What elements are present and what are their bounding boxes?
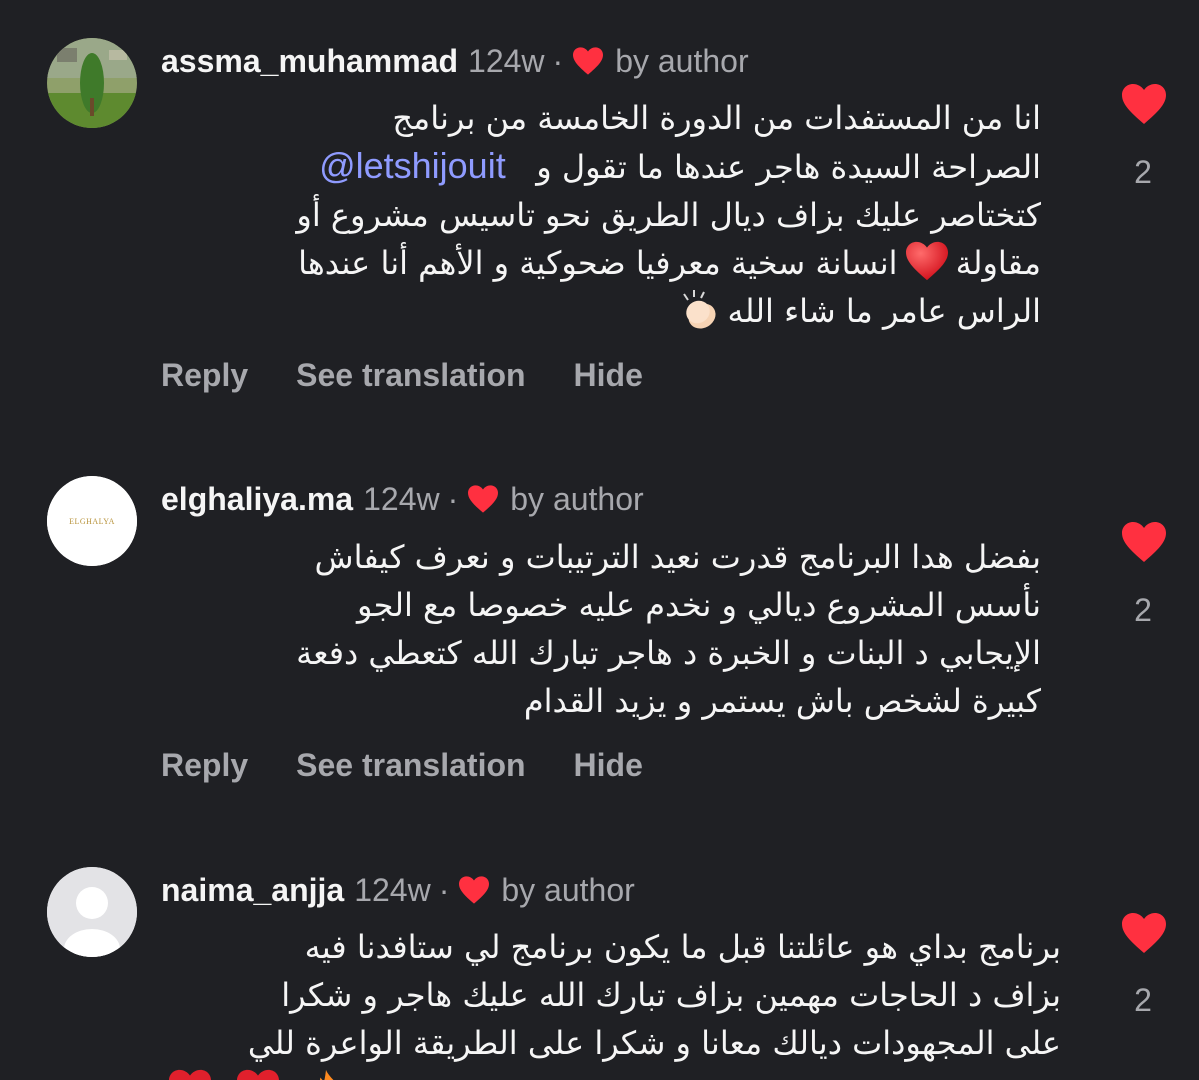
avatar[interactable]: ELGHALYA xyxy=(47,476,137,566)
avatar-logo-text: ELGHALYA xyxy=(69,517,115,526)
reply-button[interactable]: Reply xyxy=(161,357,248,394)
like-heart-icon[interactable] xyxy=(1120,520,1168,564)
username[interactable]: assma_muhammad xyxy=(161,41,458,81)
timestamp: 124w xyxy=(354,872,431,908)
separator-dot: · xyxy=(447,481,459,517)
comment-line: الصراحة السيدة هاجر عندها ما تقول و @let… xyxy=(161,142,1041,191)
comment-line: الإيجابي د البنات و الخبرة د هاجر تبارك … xyxy=(296,634,1041,672)
comment-header: assma_muhammad 124w · by author xyxy=(161,41,749,81)
comment-line: نأسس المشروع ديالي و نخدم عليه خصوصا مع … xyxy=(357,586,1041,624)
comment-text: بفضل هدا البرنامج قدرت نعيد الترتيبات و … xyxy=(161,533,1041,725)
comment-line: كبيرة لشخص باش يستمر و يزيد القدام xyxy=(523,682,1041,720)
comment-line: برنامج بداي هو عائلتنا قبل ما يكون برنام… xyxy=(304,928,1061,966)
heart-icon xyxy=(468,485,499,513)
timestamp: 124w xyxy=(468,43,545,79)
comment-header: elghaliya.ma 124w · by author xyxy=(161,479,644,519)
like-count: 2 xyxy=(1134,154,1152,190)
liked-by-author-label: by author xyxy=(501,872,635,908)
comment-item: ELGHALYA elghaliya.ma 124w · by author ب… xyxy=(0,440,1199,840)
hide-button[interactable]: Hide xyxy=(574,357,643,394)
red-heart-emoji-icon xyxy=(169,1069,211,1080)
comment-item: assma_muhammad 124w · by author انا من ا… xyxy=(0,0,1199,440)
brand-logo-avatar: ELGHALYA xyxy=(47,476,137,566)
comment-line-text: انسانة سخية معرفيا ضحوكية و الأهم أنا عن… xyxy=(298,244,898,282)
red-heart-emoji-icon xyxy=(905,241,948,281)
heart-icon xyxy=(573,47,604,75)
comment-item: naima_anjja 124w · by author برنامج بداي… xyxy=(0,840,1199,1080)
fire-emoji-icon xyxy=(320,1069,334,1080)
like-count: 2 xyxy=(1134,982,1152,1018)
default-profile-icon xyxy=(47,867,137,957)
reply-button[interactable]: Reply xyxy=(161,747,248,784)
comment-line-partial xyxy=(161,1067,1061,1080)
see-translation-button[interactable]: See translation xyxy=(296,747,525,784)
avatar[interactable] xyxy=(47,38,137,128)
like-count: 2 xyxy=(1134,592,1152,628)
liked-by-author-label: by author xyxy=(510,481,644,517)
username[interactable]: naima_anjja xyxy=(161,870,344,910)
mention-link[interactable]: @letshijouit xyxy=(319,145,506,186)
tree-photo-avatar xyxy=(47,38,137,128)
separator-dot: · xyxy=(438,872,450,908)
comment-text: انا من المستفدات من الدورة الخامسة من بر… xyxy=(161,94,1041,335)
comment-line: كتختاصر عليك بزاف ديال الطريق نحو تاسيس … xyxy=(296,196,1041,234)
clapping-hands-emoji-icon xyxy=(682,290,716,329)
comment-line: انا من المستفدات من الدورة الخامسة من بر… xyxy=(392,99,1041,137)
comment-line-text: الراس عامر ما شاء الله xyxy=(727,292,1041,330)
hide-button[interactable]: Hide xyxy=(574,747,643,784)
avatar[interactable] xyxy=(47,867,137,957)
comment-line: مقاولة انسانة سخية معرفيا ضحوكية و الأهم … xyxy=(161,239,1041,287)
see-translation-button[interactable]: See translation xyxy=(296,357,525,394)
comment-text: برنامج بداي هو عائلتنا قبل ما يكون برنام… xyxy=(161,923,1061,1080)
timestamp: 124w xyxy=(363,481,440,517)
comment-line: بفضل هدا البرنامج قدرت نعيد الترتيبات و … xyxy=(314,538,1041,576)
comment-line-text: الصراحة السيدة هاجر عندها ما تقول و xyxy=(536,148,1041,186)
red-heart-emoji-icon xyxy=(237,1069,280,1080)
comment-actions: Reply See translation Hide xyxy=(161,357,691,394)
comment-header: naima_anjja 124w · by author xyxy=(161,870,635,910)
comment-line: الراس عامر ما شاء الله xyxy=(161,287,1041,335)
like-heart-icon[interactable] xyxy=(1120,82,1168,126)
comment-actions: Reply See translation Hide xyxy=(161,747,691,784)
liked-by-author-label: by author xyxy=(615,43,749,79)
like-heart-icon[interactable] xyxy=(1120,911,1168,955)
username[interactable]: elghaliya.ma xyxy=(161,479,353,519)
heart-icon xyxy=(459,876,490,904)
separator-dot: · xyxy=(552,43,564,79)
comments-panel: assma_muhammad 124w · by author انا من ا… xyxy=(0,0,1199,1080)
comment-line: بزاف د الحاجات مهمين بزاف تبارك الله علي… xyxy=(281,976,1061,1014)
comment-line-text: مقاولة xyxy=(955,244,1041,282)
comment-line: على المجهودات ديالك معانا و شكرا على الط… xyxy=(247,1024,1061,1062)
